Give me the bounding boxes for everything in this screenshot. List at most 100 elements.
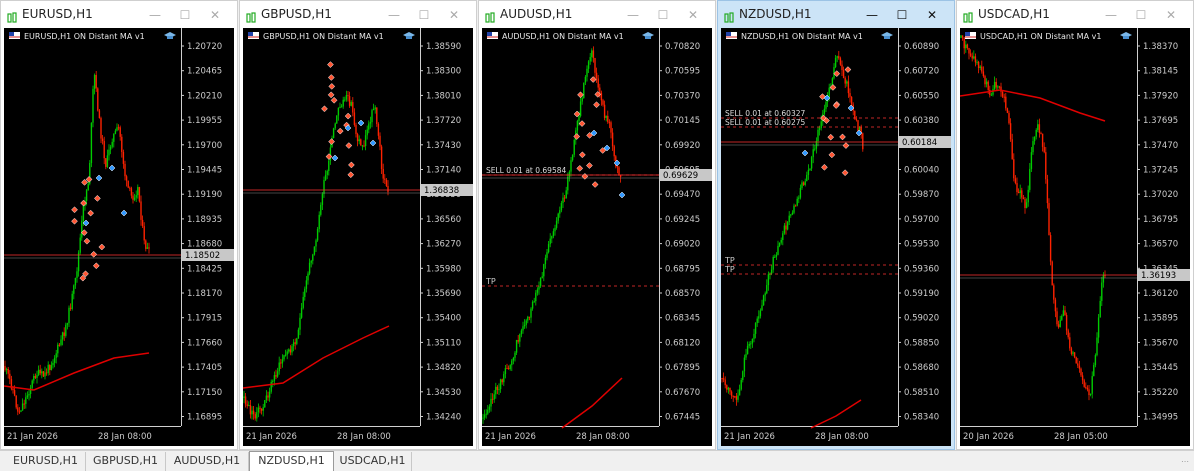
chart-window-nzdusd[interactable]: NZDUSD,H1 — ☐ ✕ TP TP SELL 0.01 at 0.60327 SELL… bbox=[717, 0, 955, 450]
price-tick-label: 1.20210 bbox=[187, 91, 222, 101]
window-titlebar[interactable]: AUDUSD,H1 — ☐ ✕ bbox=[479, 1, 715, 28]
minimize-icon[interactable]: — bbox=[621, 5, 645, 25]
sell-marker bbox=[344, 112, 352, 120]
price-chart[interactable]: 1.38590 1.38300 1.38010 1.37720 1.37430 1.371… bbox=[243, 28, 473, 446]
close-icon[interactable]: ✕ bbox=[681, 5, 705, 25]
price-tick-label: 1.35670 bbox=[1143, 338, 1178, 348]
price-chart[interactable]: TP TP SELL 0.01 at 0.60327 SELL 0.01 at 0.6… bbox=[721, 28, 951, 446]
price-tick-label: 1.37245 bbox=[1143, 166, 1178, 176]
price-tick-label: 0.68795 bbox=[665, 264, 700, 274]
time-label-start: 21 Jan 2026 bbox=[724, 432, 775, 442]
price-tick-label: 0.58680 bbox=[904, 363, 939, 373]
sell-marker bbox=[328, 83, 336, 90]
chart-app-icon bbox=[963, 9, 973, 23]
sell-marker bbox=[821, 163, 828, 171]
close-icon[interactable]: ✕ bbox=[920, 5, 944, 25]
price-chart[interactable]: 1.20720 1.20465 1.20210 1.19955 1.19700 1.194… bbox=[4, 28, 234, 446]
flag-icon bbox=[487, 32, 498, 39]
time-label-end: 28 Jan 08:00 bbox=[337, 432, 391, 442]
price-tick-label: 1.36560 bbox=[426, 215, 461, 225]
sell-marker bbox=[345, 142, 353, 149]
chart-window-eurusd[interactable]: EURUSD,H1 — ☐ ✕ 1.20720 1.20465 1.20210 1.19955… bbox=[0, 0, 238, 450]
window-title: GBPUSD,H1 bbox=[261, 7, 332, 21]
sell-marker bbox=[90, 250, 98, 258]
minimize-icon[interactable]: — bbox=[143, 5, 167, 25]
price-tick-label: 0.60720 bbox=[904, 67, 939, 77]
price-chart[interactable]: 1.38370 1.38145 1.37920 1.37695 1.37470 1.372… bbox=[960, 28, 1190, 446]
price-tick-label: 0.70145 bbox=[665, 116, 700, 126]
maximize-icon[interactable]: ☐ bbox=[890, 5, 914, 25]
window-titlebar[interactable]: GBPUSD,H1 — ☐ ✕ bbox=[240, 1, 476, 28]
price-tick-label: 0.59700 bbox=[904, 215, 939, 225]
window-tab-bar: EURUSD,H1 GBPUSD,H1 AUDUSD,H1 NZDUSD,H1 USDC… bbox=[0, 450, 1194, 471]
price-tick-label: 0.70820 bbox=[665, 42, 700, 52]
tab-usdcad[interactable]: USDCAD,H1 bbox=[334, 452, 412, 471]
indicator-label: NZDUSD,H1 ON Distant MA v1 bbox=[741, 32, 863, 41]
price-tick-label: 0.69020 bbox=[665, 240, 700, 250]
chart-window-audusd[interactable]: AUDUSD,H1 — ☐ ✕ TP SELL 0.01 at 0.69584 0.7082… bbox=[478, 0, 716, 450]
price-tick-label: 1.37695 bbox=[1143, 116, 1178, 126]
price-chart[interactable]: TP SELL 0.01 at 0.69584 0.70820 0.70595 0.70… bbox=[482, 28, 712, 446]
window-title: EURUSD,H1 bbox=[22, 7, 93, 21]
time-label-start: 21 Jan 2026 bbox=[7, 432, 58, 442]
moving-average-line bbox=[960, 89, 1106, 122]
sell-marker bbox=[87, 209, 94, 217]
tab-eurusd[interactable]: EURUSD,H1 bbox=[6, 452, 86, 471]
tab-gbpusd[interactable]: GBPUSD,H1 bbox=[86, 452, 166, 471]
maximize-icon[interactable]: ☐ bbox=[651, 5, 675, 25]
current-price-label: 1.18502 bbox=[185, 251, 220, 261]
price-tick-label: 0.68570 bbox=[665, 289, 700, 299]
flag-icon bbox=[248, 32, 259, 39]
resize-grip-icon: ⋯ bbox=[1181, 457, 1190, 466]
tab-audusd[interactable]: AUDUSD,H1 bbox=[166, 452, 249, 471]
price-tick-label: 1.34240 bbox=[426, 413, 461, 423]
sell-marker bbox=[327, 61, 334, 68]
price-tick-label: 1.36795 bbox=[1143, 215, 1178, 225]
minimize-icon[interactable]: — bbox=[1099, 5, 1123, 25]
graduation-cap-icon bbox=[642, 32, 654, 39]
price-tick-label: 0.67670 bbox=[665, 388, 700, 398]
chart-window-gbpusd[interactable]: GBPUSD,H1 — ☐ ✕ 1.38590 1.38300 1.38010 1.37720… bbox=[239, 0, 477, 450]
price-tick-label: 0.59870 bbox=[904, 190, 939, 200]
maximize-icon[interactable]: ☐ bbox=[173, 5, 197, 25]
indicator-label: AUDUSD,H1 ON Distant MA v1 bbox=[502, 32, 624, 41]
close-icon[interactable]: ✕ bbox=[203, 5, 227, 25]
window-titlebar[interactable]: NZDUSD,H1 — ☐ ✕ bbox=[718, 1, 954, 28]
minimize-icon[interactable]: — bbox=[382, 5, 406, 25]
minimize-icon[interactable]: — bbox=[860, 5, 884, 25]
price-tick-label: 0.59530 bbox=[904, 240, 939, 250]
window-titlebar[interactable]: USDCAD,H1 — ☐ ✕ bbox=[957, 1, 1193, 28]
graduation-cap-icon bbox=[164, 32, 176, 39]
price-tick-label: 1.35400 bbox=[426, 314, 461, 324]
price-tick-label: 0.69245 bbox=[665, 215, 700, 225]
window-titlebar[interactable]: EURUSD,H1 — ☐ ✕ bbox=[1, 1, 237, 28]
take-profit-label: TP bbox=[485, 277, 496, 286]
sell-marker bbox=[348, 161, 355, 169]
graduation-cap-icon bbox=[1120, 32, 1132, 39]
sell-marker bbox=[828, 151, 836, 159]
price-tick-label: 1.18680 bbox=[187, 240, 222, 250]
sell-marker bbox=[581, 173, 589, 180]
sell-marker bbox=[328, 138, 335, 146]
close-icon[interactable]: ✕ bbox=[442, 5, 466, 25]
price-tick-label: 0.69470 bbox=[665, 190, 700, 200]
buy-marker bbox=[95, 174, 103, 182]
price-tick-label: 0.59190 bbox=[904, 289, 939, 299]
price-tick-label: 1.38370 bbox=[1143, 42, 1178, 52]
chart-window-usdcad[interactable]: USDCAD,H1 — ☐ ✕ 1.38370 1.38145 1.37920 1.37695… bbox=[956, 0, 1194, 450]
price-tick-label: 0.70370 bbox=[665, 91, 700, 101]
maximize-icon[interactable]: ☐ bbox=[412, 5, 436, 25]
sell-marker bbox=[321, 105, 328, 113]
sell-marker bbox=[578, 120, 586, 127]
tab-nzdusd[interactable]: NZDUSD,H1 bbox=[249, 451, 334, 471]
maximize-icon[interactable]: ☐ bbox=[1129, 5, 1153, 25]
close-icon[interactable]: ✕ bbox=[1159, 5, 1183, 25]
price-tick-label: 0.58510 bbox=[904, 388, 939, 398]
sell-marker bbox=[327, 91, 335, 99]
order-label: SELL 0.01 at 0.60275 bbox=[725, 118, 805, 127]
time-label-end: 28 Jan 05:00 bbox=[1054, 432, 1108, 442]
price-tick-label: 1.37140 bbox=[426, 166, 461, 176]
take-profit-label: TP bbox=[724, 265, 735, 274]
price-tick-label: 0.69920 bbox=[665, 141, 700, 151]
price-tick-label: 1.38590 bbox=[426, 42, 461, 52]
